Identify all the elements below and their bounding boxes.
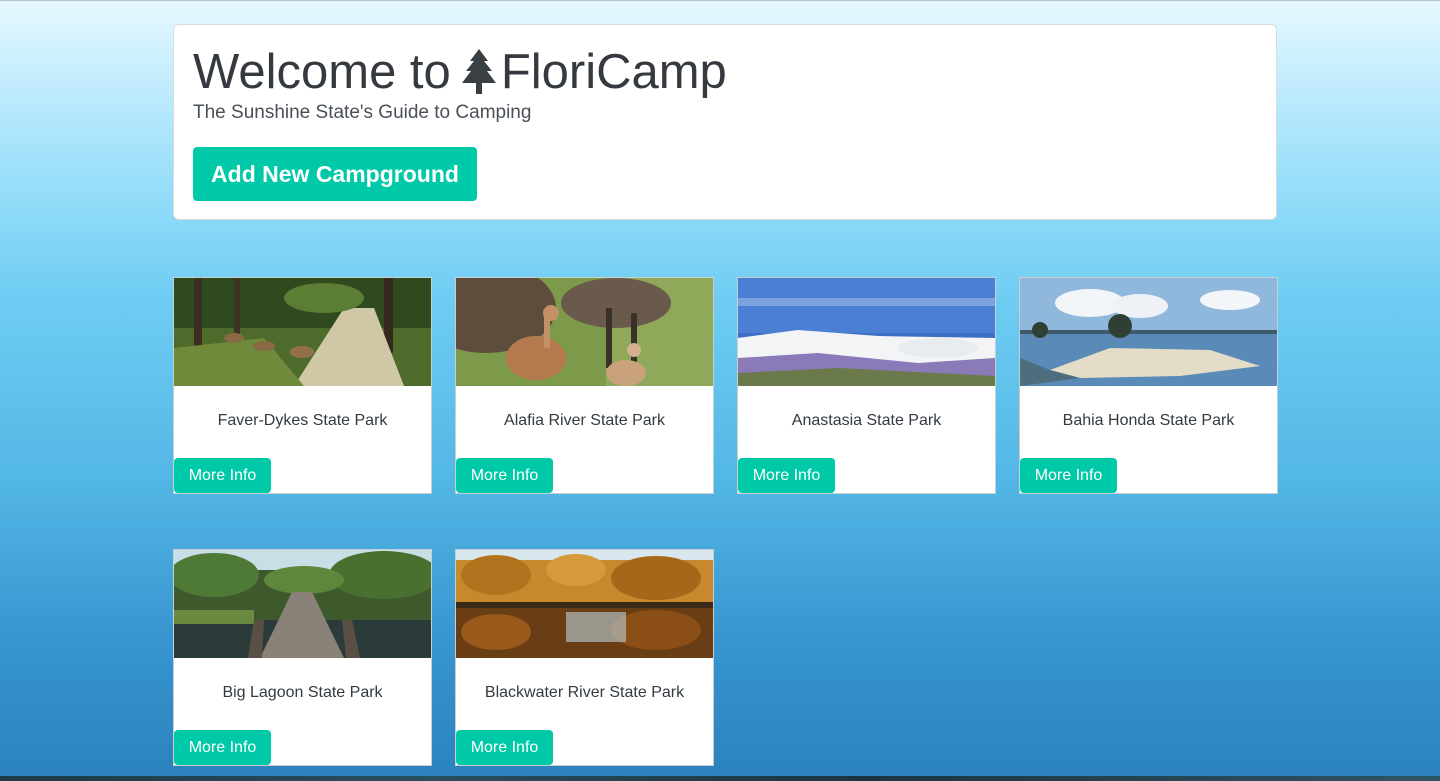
brand-name: FloriCamp [500,45,727,99]
campground-image[interactable] [456,278,713,386]
more-info-button[interactable]: More Info [456,730,553,765]
window-top-border [0,0,1440,1]
campground-card: Faver-Dykes State Park More Info [173,277,432,494]
campground-name: Faver-Dykes State Park [217,412,388,429]
campground-name: Blackwater River State Park [484,684,685,701]
more-info-button[interactable]: More Info [738,458,835,493]
add-campground-button[interactable]: Add New Campground [193,147,477,201]
more-info-button[interactable]: More Info [456,458,553,493]
campground-image[interactable] [174,550,431,658]
tree-icon [461,49,496,94]
campground-name: Anastasia State Park [791,412,942,429]
campground-name: Alafia River State Park [504,412,665,429]
campground-card: Bahia Honda State Park More Info [1019,277,1278,494]
page-subtitle: The Sunshine State's Guide to Camping [193,102,532,123]
campground-card: Alafia River State Park More Info [455,277,714,494]
more-info-button[interactable]: More Info [1020,458,1117,493]
campground-image[interactable] [456,550,713,658]
campground-card: Big Lagoon State Park More Info [173,549,432,766]
title-prefix: Welcome to [193,45,451,99]
campground-card: Anastasia State Park More Info [737,277,996,494]
welcome-banner: Welcome to FloriCamp The Sunshine State'… [173,24,1277,220]
campground-name: Big Lagoon State Park [222,684,383,701]
background-image-edge [0,776,1440,781]
page-title: Welcome to FloriCamp [193,44,727,100]
campground-image[interactable] [1020,278,1277,386]
campground-card: Blackwater River State Park More Info [455,549,714,766]
campground-image[interactable] [174,278,431,386]
more-info-button[interactable]: More Info [174,730,271,765]
campground-name: Bahia Honda State Park [1062,412,1235,429]
more-info-button[interactable]: More Info [174,458,271,493]
campground-image[interactable] [738,278,995,386]
